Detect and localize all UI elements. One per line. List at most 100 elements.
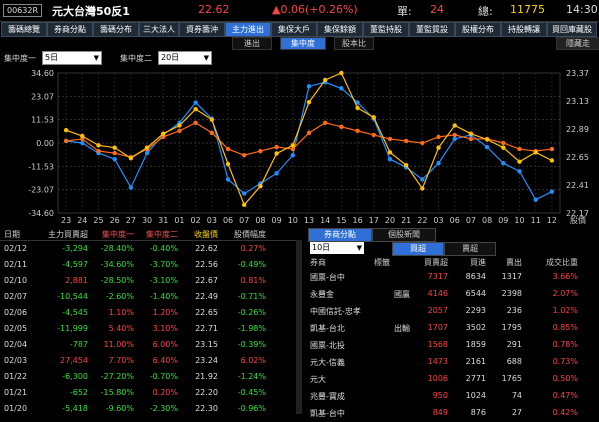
broker-cell: 74 — [511, 391, 522, 400]
last-price: 22.62 — [198, 3, 230, 16]
tab-stock-news[interactable]: 個股新聞 — [372, 228, 436, 242]
broker-cell: 國票-台中 — [310, 273, 345, 282]
tab-11[interactable]: 持股轉讓 — [501, 22, 547, 37]
broker-cell: 0.78% — [552, 340, 578, 349]
concentration2-select[interactable]: 20日 ▼ — [158, 51, 212, 65]
tab-5[interactable]: 主力進出 — [225, 22, 271, 37]
broker-header-cell[interactable]: 買賣超 — [424, 257, 448, 268]
broker-row[interactable]: 兆豐-寶成 950 1024 74 0.47% — [308, 389, 599, 405]
broker-row[interactable]: 凱基-台中 849 876 27 0.42% — [308, 406, 599, 422]
table-scrollbar[interactable] — [296, 240, 302, 414]
period-select[interactable]: 10日 ▼ — [310, 242, 364, 254]
table-row[interactable]: 01/21 -652 -15.80% 0.20% 22.20 -0.45% — [0, 386, 302, 402]
broker-header-cell[interactable]: 券商 — [310, 257, 326, 268]
table-cell: 7.70% — [108, 356, 134, 365]
header-cell[interactable]: 收盤價 — [194, 229, 218, 240]
header-cell[interactable]: 日期 — [4, 229, 20, 240]
subtab-capital-ratio[interactable]: 股本比 — [334, 37, 374, 50]
table-cell: 11.00% — [103, 340, 134, 349]
tab-4[interactable]: 資券籌沖 — [179, 22, 225, 37]
broker-row[interactable]: 元大 1006 2771 1765 0.50% — [308, 372, 599, 388]
stock-code[interactable]: 00632R — [3, 4, 43, 17]
tab-0[interactable]: 籌碼總覽 — [1, 22, 47, 37]
x-tick: 03 — [207, 216, 217, 225]
table-row[interactable]: 02/05 -11,999 5.40% 3.10% 22.71 -1.98% — [0, 322, 302, 338]
table-row[interactable]: 02/04 -787 11.00% 6.00% 23.15 -0.39% — [0, 338, 302, 354]
subtab-in-out[interactable]: 進出 — [232, 37, 272, 50]
series-point-0 — [306, 84, 312, 89]
tab-7[interactable]: 集保餘額 — [317, 22, 363, 37]
series-point-2 — [549, 158, 555, 163]
table-row[interactable]: 02/06 -4,545 1.10% 1.20% 22.65 -0.26% — [0, 306, 302, 322]
broker-row[interactable]: 凱基-台北 出輸 1707 3502 1795 0.85% — [308, 321, 599, 337]
broker-cell: 1707 — [427, 323, 448, 332]
x-tick: 02 — [191, 216, 201, 225]
tab-1[interactable]: 券商分點 — [47, 22, 93, 37]
main-tab-bar: 籌碼總覽 券商分點 籌碼分布 三大法人 資券籌沖 主力進出 集保大戶 集保餘額 董監持股 董監質設… — [0, 22, 599, 37]
table-row[interactable]: 01/22 -6,300 -27.20% -0.70% 21.92 -1.24% — [0, 370, 302, 386]
table-cell: -1.98% — [237, 324, 266, 333]
tab-2[interactable]: 籌碼分布 — [93, 22, 139, 37]
tab-9[interactable]: 董監質設 — [409, 22, 455, 37]
broker-cell: 0.85% — [552, 323, 578, 332]
header-cell[interactable]: 主力買賣超 — [48, 229, 88, 240]
broker-cell: 2771 — [465, 374, 486, 383]
x-tick: 10 — [288, 216, 298, 225]
tab-12[interactable]: 買回庫藏股 — [547, 22, 597, 37]
series-point-2 — [274, 151, 279, 156]
x-tick: 31 — [158, 216, 168, 225]
broker-row[interactable]: 元大-信義 1473 2161 688 0.73% — [308, 355, 599, 371]
quote-header: 00632R 元大台灣50反1 22.62 ▲0.06(+0.26%) 單: 2… — [0, 0, 599, 22]
buy-over-tab[interactable]: 買超 — [392, 242, 444, 256]
tab-broker-branches[interactable]: 券商分點 — [308, 228, 372, 242]
tab-6[interactable]: 集保大戶 — [271, 22, 317, 37]
broker-cell: 1795 — [501, 323, 522, 332]
table-row[interactable]: 02/11 -4,597 -34.60% -3.70% 22.56 -0.49% — [0, 258, 302, 274]
x-tick: 08 — [255, 216, 265, 225]
table-cell: -1.40% — [149, 292, 178, 301]
table-row[interactable]: 02/12 -3,294 -28.40% -0.40% 22.62 0.27% — [0, 242, 302, 258]
broker-header-cell[interactable]: 賣出 — [506, 257, 522, 268]
broker-row[interactable]: 國票-台中 7317 8634 1317 3.66% — [308, 270, 599, 286]
concentration1-label: 集中度一 — [4, 54, 36, 63]
series-point-1 — [193, 120, 198, 125]
table-cell: 01/20 — [4, 404, 28, 413]
x-tick: 06 — [450, 216, 460, 225]
table-row[interactable]: 02/07 -10,544 -2.60% -1.40% 22.49 -0.71% — [0, 290, 302, 306]
sell-over-tab[interactable]: 賣超 — [444, 242, 496, 256]
broker-row[interactable]: 中國信託-忠孝 2057 2293 236 1.02% — [308, 304, 599, 320]
header-cell[interactable]: 股價幅度 — [234, 229, 266, 240]
broker-row[interactable]: 永豐金 國贏 4146 6544 2398 2.07% — [308, 287, 599, 303]
broker-cell: 中國信託-忠孝 — [310, 307, 361, 316]
header-cell[interactable]: 集中度二 — [146, 229, 178, 240]
tab-3[interactable]: 三大法人 — [139, 22, 179, 37]
table-cell: 22.71 — [195, 324, 218, 333]
concentration2-value: 20日 — [161, 53, 180, 62]
tab-8[interactable]: 董監持股 — [363, 22, 409, 37]
chevron-down-icon: ▼ — [356, 244, 362, 252]
x-tick: 06 — [223, 216, 233, 225]
table-cell: 02/03 — [4, 356, 28, 365]
subtab-concentration[interactable]: 集中度 — [280, 37, 326, 50]
concentration-selectors: 集中度一 5日 ▼ 集中度二 20日 ▼ — [0, 50, 599, 66]
broker-row[interactable]: 國票-北投 1568 1859 291 0.78% — [308, 338, 599, 354]
broker-header-cell[interactable]: 成交比重 — [546, 257, 578, 268]
broker-header-cell[interactable]: 標籤 — [374, 257, 390, 268]
tab-10[interactable]: 股權分布 — [455, 22, 501, 37]
hide-button[interactable]: 隱藏走 — [556, 37, 599, 50]
series-point-0 — [193, 100, 198, 105]
table-cell: -652 — [69, 388, 88, 397]
table-row[interactable]: 02/10 2,881 -28.50% -3.10% 22.67 0.81% — [0, 274, 302, 290]
broker-header-cell[interactable]: 買進 — [470, 257, 486, 268]
header-cell[interactable]: 集中度一 — [102, 229, 134, 240]
series-point-2 — [63, 127, 69, 133]
broker-cell: 7317 — [427, 272, 448, 281]
broker-cell: 0.47% — [552, 391, 578, 400]
concentration1-select[interactable]: 5日 ▼ — [42, 51, 102, 65]
table-row[interactable]: 01/20 -5,418 -9.60% -2.30% 22.30 -0.96% — [0, 402, 302, 418]
broker-cell: 國票-北投 — [310, 341, 345, 350]
broker-cell: 2398 — [501, 289, 522, 298]
table-cell: -0.96% — [237, 404, 266, 413]
table-row[interactable]: 02/03 27,454 7.70% 6.40% 23.24 6.02% — [0, 354, 302, 370]
series-point-2 — [96, 143, 101, 148]
